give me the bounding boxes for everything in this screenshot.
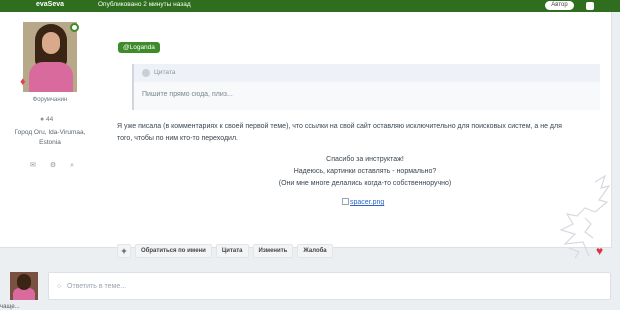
post-menu-button[interactable]	[586, 2, 594, 10]
post-body-line: Я уже писала (в комментариях к своей пер…	[117, 123, 562, 130]
reply-area: ○ Ответить в теме...	[0, 262, 620, 310]
mention-badge[interactable]: @Loganda	[118, 42, 160, 53]
quote-text: Пишите прямо сюда, плиз...	[142, 91, 233, 98]
rank-gem-icon: ♦	[20, 76, 26, 88]
gear-icon[interactable]: ⚙	[50, 162, 56, 170]
author-name-link[interactable]: evaSeva	[36, 1, 64, 8]
location-line: Estonia	[39, 139, 61, 146]
author-badge: Автор	[545, 1, 574, 10]
broken-image-icon	[342, 198, 349, 205]
report-button[interactable]: Жалоба	[297, 244, 333, 258]
post-count-value: 44	[46, 116, 54, 123]
reply-input[interactable]: ○ Ответить в теме...	[48, 272, 611, 300]
message-icon[interactable]: ✉	[30, 162, 36, 170]
image-alt-text: spacer.png	[350, 199, 385, 206]
post-actions: + Обратиться по имени Цитата Изменить Жа…	[117, 244, 333, 258]
post-body-line: того, чтобы по ним кто-то переходил.	[117, 135, 238, 142]
post-centered-text: Спасибо за инструктаж! Надеюсь, картинки…	[210, 154, 520, 190]
centered-line: Надеюсь, картинки оставлять - нормально?	[293, 168, 437, 175]
quote-block: Цитата Пишите прямо сюда, плиз...	[132, 64, 600, 110]
avatar[interactable]	[23, 22, 77, 92]
comment-icon: ●	[40, 116, 45, 123]
add-button[interactable]: +	[117, 244, 131, 258]
quote-button[interactable]: Цитата	[215, 244, 249, 258]
post-body: Я уже писала (в комментариях к своей пер…	[117, 121, 607, 145]
cut-off-text: чаще...	[0, 304, 20, 310]
edit-button[interactable]: Изменить	[252, 244, 294, 258]
quote-icon	[142, 69, 150, 77]
quote-title: Цитата	[154, 69, 176, 76]
post-card: ♦ Форумчанин ● 44 Город Oru, Ida-Virumaa…	[0, 12, 612, 259]
post-timestamp: Опубликовано 2 минуты назад	[98, 1, 191, 8]
reply-avatar	[10, 272, 38, 300]
post-count: ● 44	[40, 116, 53, 123]
search-icon[interactable]: ⌕	[70, 162, 74, 170]
online-status-icon	[70, 23, 79, 32]
profile-actions: ✉ ⚙ ⌕	[30, 162, 74, 170]
member-location: Город Oru, Ida-Virumaa, Estonia	[4, 128, 96, 148]
reaction-heart-icon[interactable]: ♥	[596, 244, 603, 258]
reply-to-button[interactable]: Обратиться по имени	[135, 244, 212, 258]
quote-header: Цитата	[134, 64, 600, 82]
post-header-bar: evaSeva Опубликовано 2 минуты назад Авто…	[0, 0, 620, 12]
comment-icon: ○	[57, 283, 62, 290]
broken-image-link[interactable]: spacer.png	[342, 198, 384, 206]
centered-line: Спасибо за инструктаж!	[326, 156, 404, 163]
centered-line: (Они мне многе делались когда-то собстве…	[278, 180, 452, 187]
location-line: Город Oru, Ida-Virumaa,	[14, 129, 86, 136]
member-title: Форумчанин	[32, 97, 68, 103]
reply-placeholder: Ответить в теме...	[67, 283, 127, 290]
